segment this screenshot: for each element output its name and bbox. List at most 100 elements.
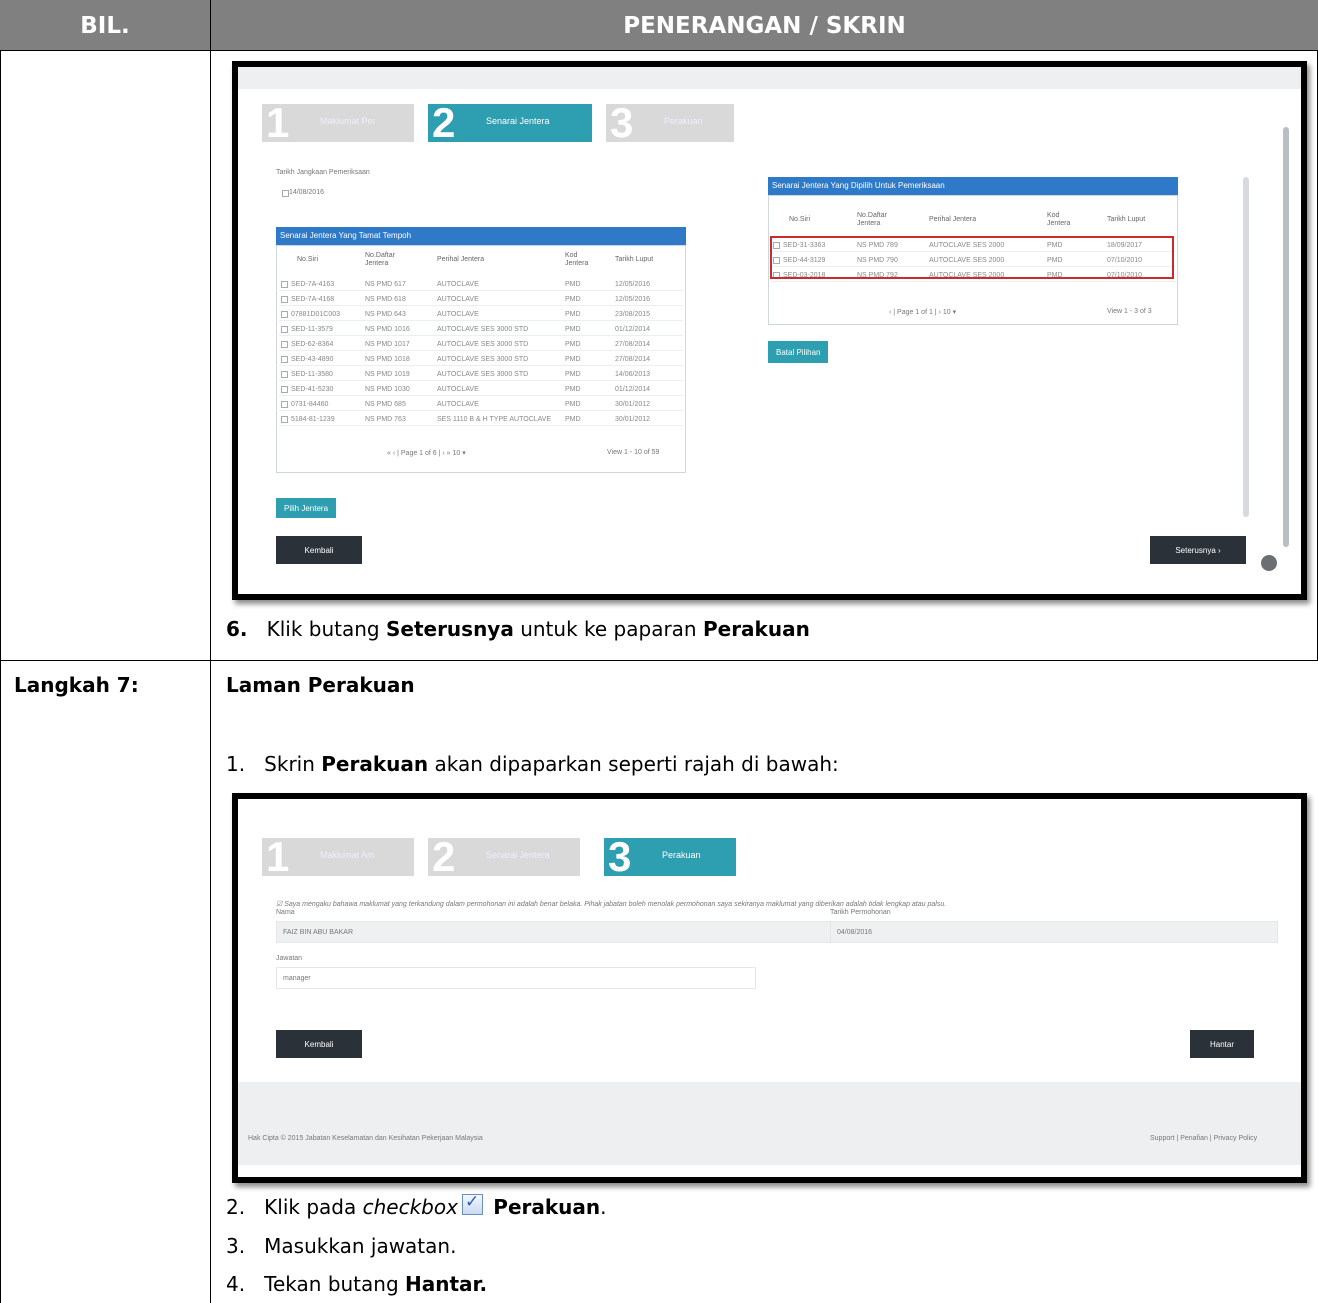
row-checkbox[interactable] (281, 326, 288, 333)
inner-scrollbar[interactable] (1243, 177, 1249, 517)
table-row[interactable]: SED-62-8364 NS PMD 1017 AUTOCLAVE SES 3000… (279, 340, 683, 351)
column-header[interactable]: Tarikh Luput (615, 256, 653, 264)
right-pager[interactable]: ‹ | Page 1 of 1 | › 10 ▾ (889, 308, 956, 316)
date-checkbox-row[interactable]: 14/08/2016 (280, 188, 324, 197)
table-row[interactable]: SED-7A-4168 NS PMD 618 AUTOCLAVE PMD 12/05/2… (279, 295, 683, 306)
table-row[interactable]: 07881D01C003 NS PMD 643 AUTOCLAVE PMD 23/08/… (279, 310, 683, 321)
declaration-row[interactable]: ☑ Saya mengaku bahawa maklumat yang terk… (276, 900, 946, 908)
scroll-top-icon[interactable] (1261, 555, 1277, 571)
left-grid: No.Siri No.Daftar Jentera Perihal Jenter… (276, 245, 686, 473)
row-checkbox[interactable] (281, 356, 288, 363)
table-cell: 27/08/2014 (615, 356, 651, 363)
step-label: Maklumat Am (320, 850, 375, 860)
checkbox[interactable] (282, 190, 289, 197)
table-row[interactable]: 0731-84460 NS PMD 685 AUTOCLAVE PMD 30/01/20… (279, 400, 683, 411)
column-header[interactable]: No.Daftar Jentera (857, 212, 897, 228)
column-header[interactable]: Perihal Jentera (437, 256, 484, 264)
table-row[interactable]: SED-11-3580 NS PMD 1019 AUTOCLAVE SES 3000… (279, 370, 683, 381)
row-checkbox[interactable] (281, 371, 288, 378)
wizard-step-3: 3 Perakuan (604, 834, 736, 880)
left-grid-title: Senarai Jentera Yang Tamat Tempoh (276, 227, 686, 245)
table-cell: 27/08/2014 (615, 341, 651, 348)
table-cell: PMD (565, 401, 581, 408)
list-number: 4. (226, 1272, 246, 1296)
instruction-text: Masukkan jawatan. (264, 1234, 457, 1258)
instruction-bold: Perakuan (493, 1195, 601, 1219)
checkbox-checked-icon (461, 1192, 483, 1215)
step-number: 3 (608, 833, 632, 880)
row-checkbox[interactable] (281, 281, 288, 288)
pilih-jentera-button[interactable]: Pilih Jentera (276, 498, 337, 518)
list-number: 2. (226, 1195, 246, 1219)
table-cell: PMD (565, 416, 581, 423)
table-row[interactable]: SED-43-4890 NS PMD 1018 AUTOCLAVE SES 3000… (279, 355, 683, 366)
table-cell: 30/01/2012 (615, 401, 651, 408)
nama-label: Nama (276, 909, 295, 916)
table-cell: PMD (565, 281, 581, 288)
declaration-checkbox-icon[interactable]: ☑ (276, 901, 282, 908)
instruction-bold: Seterusnya (385, 617, 514, 641)
column-header[interactable]: No.Siri (789, 216, 810, 224)
step-number: 1 (266, 833, 290, 880)
kembali-button[interactable]: Kembali (276, 1030, 362, 1058)
footer-band (238, 1082, 1301, 1165)
seterusnya-button[interactable]: Seterusnya › (1150, 536, 1246, 564)
table-cell: SED-11-3579 (291, 326, 333, 333)
table-cell: SED-7A-4163 (291, 281, 335, 288)
table-border-left (0, 51, 1, 1303)
instruction-text: Klik butang (266, 617, 386, 641)
hantar-button[interactable]: Hantar (1190, 1030, 1254, 1058)
jawatan-input[interactable]: manager (276, 967, 756, 989)
batal-pilihan-button[interactable]: Batal Pilihan (768, 341, 829, 363)
wizard-step-1: 1 Maklumat Per (262, 100, 414, 146)
column-header[interactable]: Kod Jentera (565, 252, 588, 268)
instruction-table: BIL. PENERANGAN / SKRIN 1 Maklumat Per 2… (0, 0, 1318, 1303)
row-checkbox[interactable] (281, 341, 288, 348)
instruction-4: 4. Tekan butang Hantar. (226, 1272, 487, 1296)
nama-field[interactable]: FAIZ BIN ABU BAKAR (276, 921, 836, 943)
table-cell: SED-43-4890 (291, 356, 334, 363)
left-pager[interactable]: « ‹ | Page 1 of 6 | › » 10 ▾ (387, 449, 466, 457)
pager-text: Page 1 of 1 (897, 309, 933, 316)
table-row[interactable]: SED-7A-4163 NS PMD 617 AUTOCLAVE PMD 12/05/2… (279, 280, 683, 291)
column-header[interactable]: No.Daftar Jentera (365, 252, 405, 268)
table-cell: 30/01/2012 (615, 416, 651, 423)
table-cell: PMD (565, 326, 581, 333)
step-number: 1 (266, 99, 290, 146)
column-header[interactable]: Kod Jentera (1047, 212, 1070, 228)
row-checkbox[interactable] (281, 386, 288, 393)
table-cell: SED-62-8364 (291, 341, 334, 348)
column-header[interactable]: No.Siri (297, 256, 318, 264)
row-checkbox[interactable] (281, 296, 288, 303)
tarikh-field[interactable]: 04/08/2016 (830, 921, 1278, 943)
instruction-6: 6. Klik butang Seterusnya untuk ke papar… (226, 617, 810, 641)
table-cell: NS PMD 1030 (365, 386, 410, 393)
column-header[interactable]: Tarikh Luput (1107, 216, 1145, 224)
table-cell: AUTOCLAVE (437, 386, 479, 393)
step-number: 2 (432, 833, 456, 880)
wizard-step-1: 1 Maklumat Am (262, 834, 414, 880)
row-checkbox[interactable] (281, 401, 288, 408)
list-number: 1. (226, 752, 246, 776)
column-header[interactable]: Perihal Jentera (929, 216, 976, 224)
instruction-text: . (600, 1195, 607, 1219)
table-cell: 0731-84460 (291, 401, 329, 408)
date-label: Tarikh Jangkaan Pemeriksaan (276, 169, 370, 176)
kembali-button[interactable]: Kembali (276, 536, 362, 564)
table-cell: SED-7A-4168 (291, 296, 335, 303)
row-checkbox[interactable] (281, 311, 288, 318)
table-cell: NS PMD 1016 (365, 326, 410, 333)
row-checkbox[interactable] (281, 416, 288, 423)
instruction-text: akan dipaparkan seperti rajah di bawah: (428, 752, 839, 776)
table-row[interactable]: 5184-81-1239 NS PMD 763 SES 1110 B & H TYP… (279, 415, 683, 426)
step-label: Perakuan (664, 116, 703, 126)
tarikh-label: Tarikh Permohonan (830, 909, 891, 916)
footer-links[interactable]: Support | Penafian | Privacy Policy (1150, 1135, 1257, 1142)
table-cell: AUTOCLAVE (437, 281, 479, 288)
table-row[interactable]: SED-11-3579 NS PMD 1016 AUTOCLAVE SES 3000… (279, 325, 683, 336)
table-row[interactable]: SED-41-5230 NS PMD 1030 AUTOCLAVE PMD 01/12/… (279, 385, 683, 396)
row-divider (0, 660, 1318, 661)
instruction-bold: Hantar. (405, 1272, 488, 1296)
page-scrollbar[interactable] (1283, 127, 1289, 547)
top-band (238, 67, 1301, 89)
